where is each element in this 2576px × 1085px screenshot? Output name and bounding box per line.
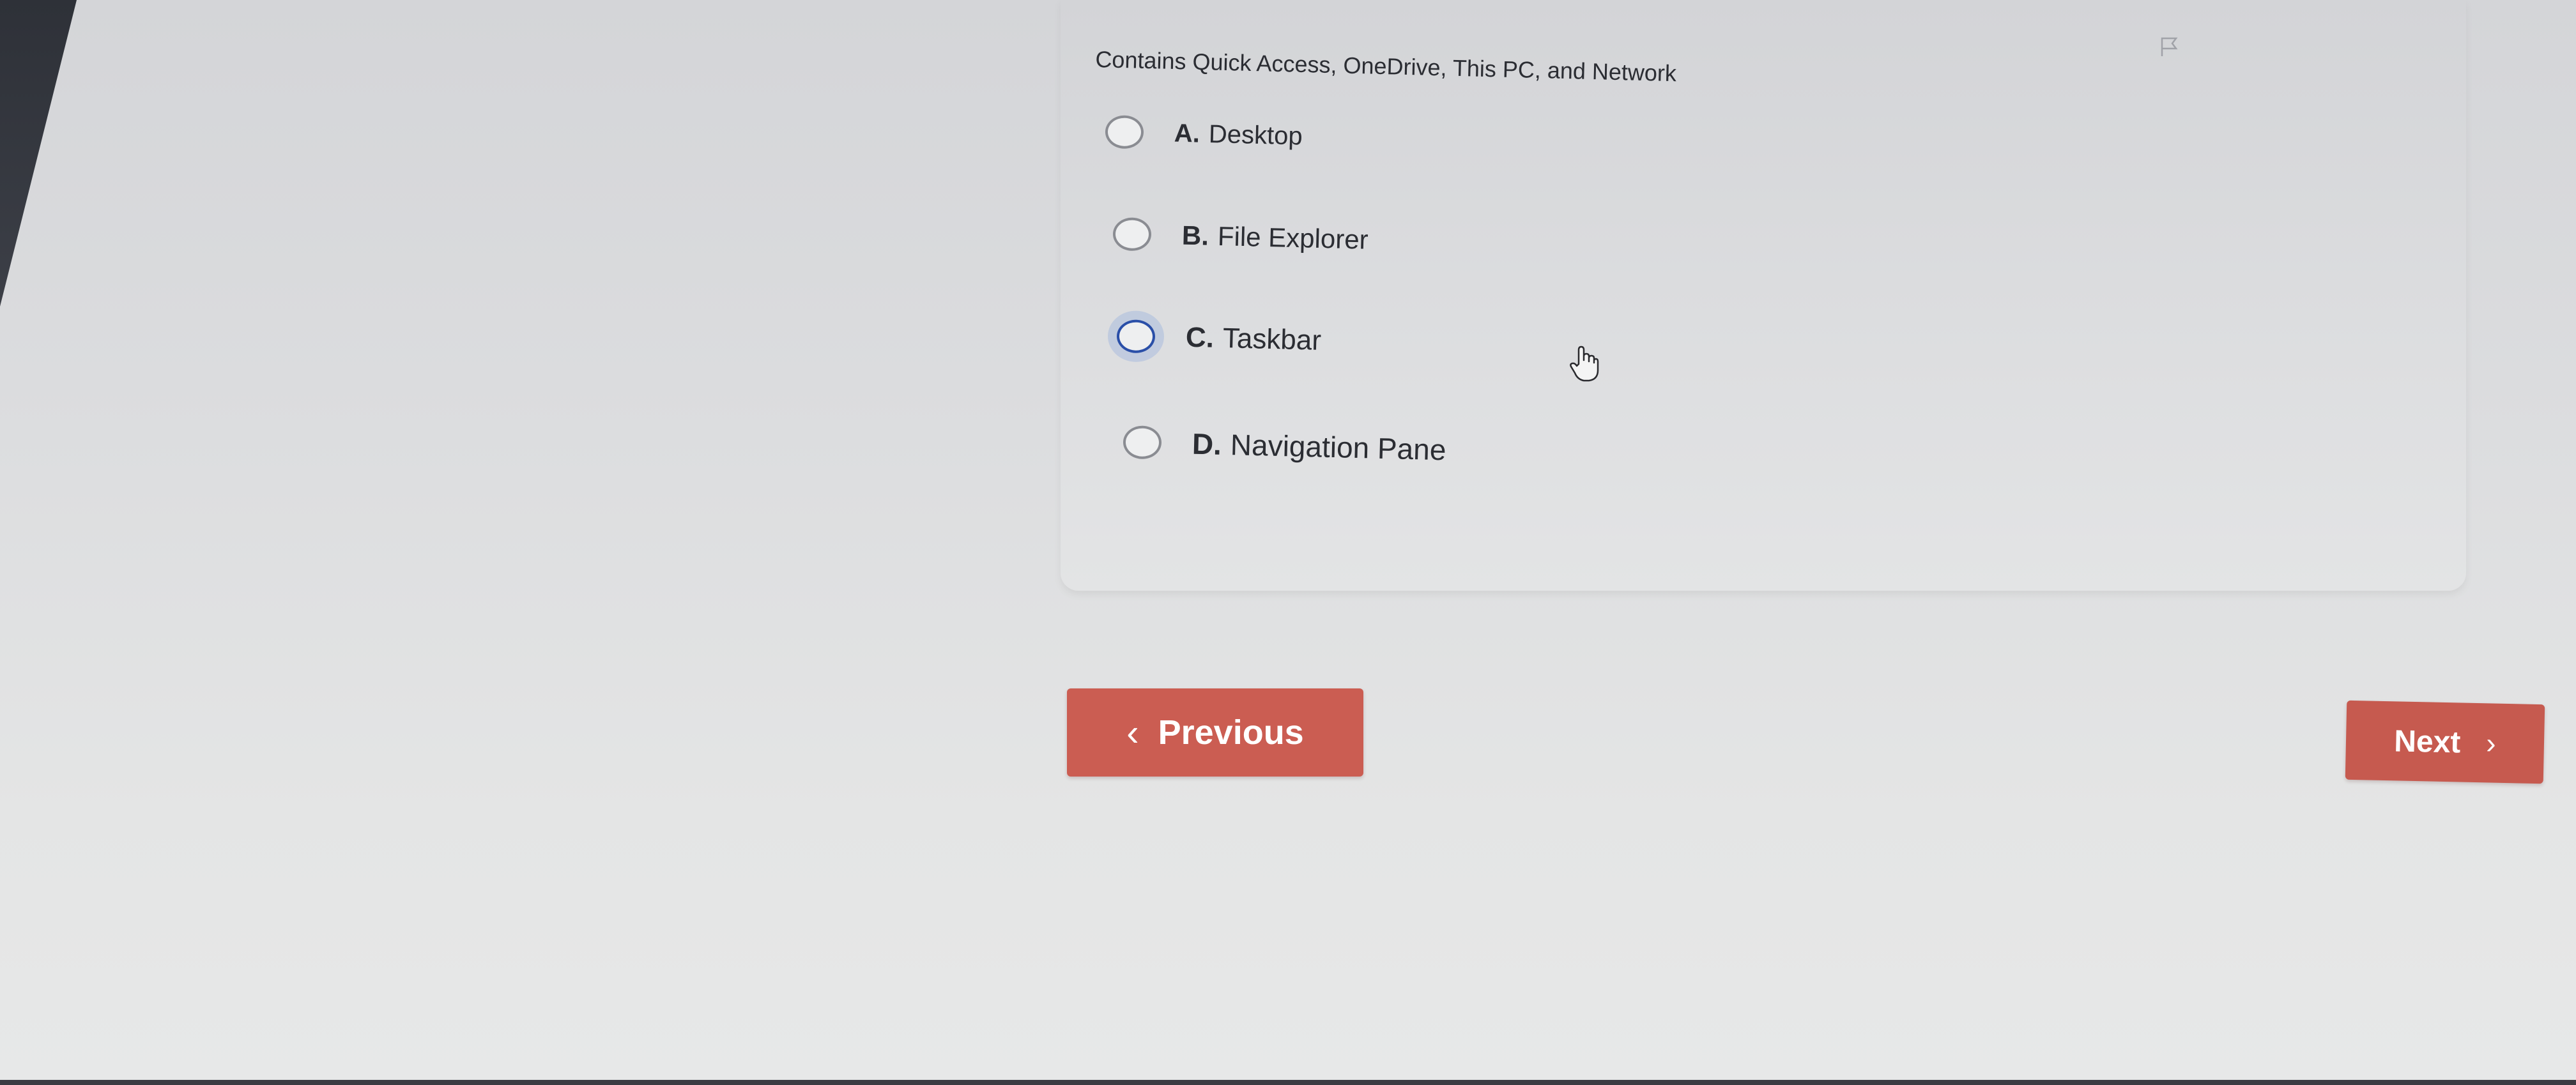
radio-button[interactable] [1116, 319, 1156, 354]
radio-button[interactable] [1105, 115, 1144, 149]
hand-pointer-icon [1568, 345, 1600, 383]
previous-label: Previous [1158, 713, 1304, 752]
option-label: Taskbar [1222, 322, 1322, 356]
option-letter: B. [1181, 220, 1209, 251]
option-a[interactable]: A. Desktop [1105, 115, 1303, 153]
chevron-right-icon: › [2485, 726, 2497, 760]
option-label: Navigation Pane [1230, 428, 1447, 467]
option-letter: D. [1192, 427, 1222, 461]
option-letter: A. [1174, 119, 1200, 148]
radio-button[interactable] [1123, 425, 1162, 460]
next-button[interactable]: Next › [2345, 700, 2545, 784]
next-label: Next [2393, 724, 2461, 760]
radio-button[interactable] [1112, 217, 1152, 252]
previous-button[interactable]: ‹ Previous [1067, 688, 1363, 777]
option-letter: C. [1185, 321, 1215, 354]
option-c[interactable]: C. Taskbar [1116, 319, 1322, 358]
screen-bottom-edge [0, 1080, 2576, 1085]
option-label: File Explorer [1217, 221, 1369, 255]
flag-icon[interactable] [2158, 36, 2181, 59]
option-b[interactable]: B. File Explorer [1112, 217, 1368, 257]
chevron-left-icon: ‹ [1126, 711, 1139, 754]
screen-bezel [0, 0, 77, 307]
question-card [1061, 0, 2466, 591]
option-label: Desktop [1208, 119, 1303, 151]
